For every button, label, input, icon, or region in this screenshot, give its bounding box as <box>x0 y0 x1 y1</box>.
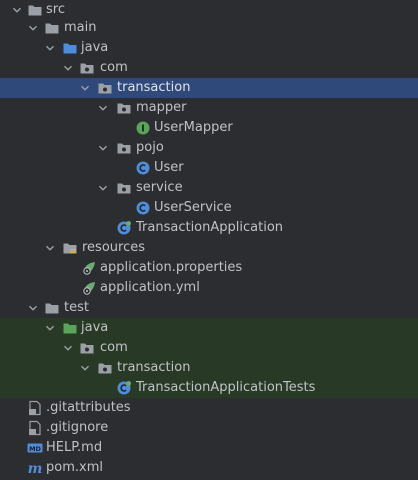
tree-node-pom-xml[interactable]: pom.xml <box>0 458 418 478</box>
chevron-down-icon[interactable] <box>97 102 109 114</box>
maven-icon <box>27 460 43 476</box>
tree-node-test-com[interactable]: com <box>0 338 418 358</box>
tree-node-transaction-application[interactable]: TransactionApplication <box>0 218 418 238</box>
git-file-icon <box>27 420 43 436</box>
spring-config-icon <box>81 260 97 276</box>
package-icon <box>116 140 132 156</box>
tree-node-src[interactable]: src <box>0 0 418 20</box>
chevron-down-icon[interactable] <box>44 242 56 254</box>
tree-node-label: application.yml <box>100 280 200 295</box>
tree-node-label: transaction <box>117 360 191 375</box>
tree-node-label: transaction <box>117 80 191 95</box>
tree-node-user[interactable]: User <box>0 158 418 178</box>
tree-node-label: .gitignore <box>46 420 109 435</box>
package-icon <box>79 340 95 356</box>
tree-node-label: resources <box>82 240 146 255</box>
tree-node-label: java <box>81 320 109 335</box>
tree-node-label: TransactionApplicationTests <box>136 380 316 395</box>
tree-node-label: HELP.md <box>46 440 103 455</box>
interface-icon <box>135 120 151 136</box>
tree-node-test-transaction[interactable]: transaction <box>0 358 418 378</box>
tree-node-mapper[interactable]: mapper <box>0 98 418 118</box>
folder-icon <box>27 2 43 18</box>
chevron-down-icon[interactable] <box>44 322 56 334</box>
class-icon <box>135 160 151 176</box>
chevron-down-icon[interactable] <box>11 4 23 16</box>
tree-node-label: User <box>154 160 184 175</box>
chevron-down-icon[interactable] <box>27 302 39 314</box>
tree-node-label: com <box>100 340 128 355</box>
tree-node-user-mapper[interactable]: UserMapper <box>0 118 418 138</box>
tree-node-help-md[interactable]: HELP.md <box>0 438 418 458</box>
source-folder-icon <box>62 40 78 56</box>
tree-node-gitattributes[interactable]: .gitattributes <box>0 398 418 418</box>
test-folder-icon <box>62 320 78 336</box>
class-run-icon <box>116 220 132 236</box>
tree-node-test[interactable]: test <box>0 298 418 318</box>
markdown-icon <box>27 440 43 456</box>
package-icon <box>97 360 113 376</box>
chevron-down-icon[interactable] <box>79 82 91 94</box>
resources-folder-icon <box>62 240 78 256</box>
project-tree: src main java com transaction mapper Use… <box>0 0 418 480</box>
tree-node-main-com[interactable]: com <box>0 58 418 78</box>
chevron-down-icon[interactable] <box>79 362 91 374</box>
tree-node-pojo[interactable]: pojo <box>0 138 418 158</box>
package-icon <box>97 80 113 96</box>
tree-node-application-yml[interactable]: application.yml <box>0 278 418 298</box>
chevron-down-icon[interactable] <box>97 182 109 194</box>
tree-node-main-transaction[interactable]: transaction <box>0 78 418 98</box>
package-icon <box>116 100 132 116</box>
tree-node-label: UserService <box>154 200 232 215</box>
tree-node-gitignore[interactable]: .gitignore <box>0 418 418 438</box>
chevron-down-icon[interactable] <box>27 22 39 34</box>
tree-node-label: TransactionApplication <box>136 220 284 235</box>
tree-node-label: src <box>46 2 65 17</box>
tree-node-label: application.properties <box>100 260 243 275</box>
tree-node-main-java[interactable]: java <box>0 38 418 58</box>
tree-node-application-properties[interactable]: application.properties <box>0 258 418 278</box>
tree-node-user-service[interactable]: UserService <box>0 198 418 218</box>
chevron-down-icon[interactable] <box>44 42 56 54</box>
git-file-icon <box>27 400 43 416</box>
tree-node-label: service <box>136 180 183 195</box>
tree-node-transaction-application-tests[interactable]: TransactionApplicationTests <box>0 378 418 398</box>
class-run-icon <box>116 380 132 396</box>
chevron-down-icon[interactable] <box>97 142 109 154</box>
chevron-down-icon[interactable] <box>62 342 74 354</box>
tree-node-label: com <box>100 60 128 75</box>
package-icon <box>79 60 95 76</box>
tree-node-label: test <box>64 300 89 315</box>
tree-node-test-java[interactable]: java <box>0 318 418 338</box>
tree-node-label: mapper <box>136 100 187 115</box>
tree-node-main[interactable]: main <box>0 18 418 38</box>
tree-node-label: main <box>64 20 97 35</box>
tree-node-label: java <box>81 40 109 55</box>
tree-node-service[interactable]: service <box>0 178 418 198</box>
package-icon <box>116 180 132 196</box>
tree-node-label: pojo <box>136 140 164 155</box>
folder-icon <box>44 300 60 316</box>
tree-node-resources[interactable]: resources <box>0 238 418 258</box>
tree-node-label: UserMapper <box>154 120 233 135</box>
spring-config-icon <box>81 280 97 296</box>
folder-icon <box>44 20 60 36</box>
tree-node-label: pom.xml <box>46 460 103 475</box>
class-icon <box>135 200 151 216</box>
tree-node-label: .gitattributes <box>46 400 131 415</box>
chevron-down-icon[interactable] <box>62 62 74 74</box>
